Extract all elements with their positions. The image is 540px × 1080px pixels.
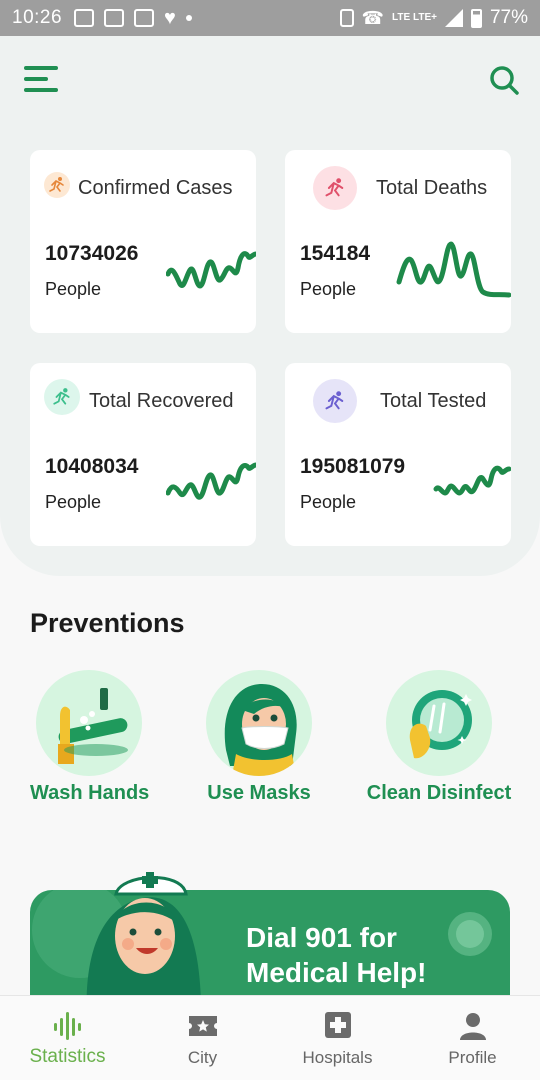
stat-unit: People: [45, 279, 102, 299]
statistics-icon: [53, 1012, 81, 1040]
notification-icons: ♥: [74, 7, 192, 29]
sparkline-deaths: [396, 241, 511, 298]
network-type: LTE LTE+: [392, 12, 437, 23]
nav-label: City: [187, 1048, 218, 1067]
app-notification-icon: [74, 9, 95, 27]
call-icon: ☎: [361, 7, 385, 28]
stat-card-tested[interactable]: Total Tested 195081079 People: [285, 363, 511, 546]
stat-title: Total Recovered: [89, 390, 234, 412]
prevention-wash-hands[interactable]: Wash Hands: [30, 670, 150, 805]
stat-unit: People: [45, 492, 102, 512]
status-bar: 10:26 ♥ ☎ LTE LTE+ 77%: [0, 0, 540, 36]
sparkline-confirmed: [166, 251, 256, 289]
running-person-icon: [313, 379, 357, 423]
prevention-label: Clean Disinfect: [366, 782, 512, 804]
stat-value: 10734026: [45, 242, 139, 265]
clean-disinfect-illustration: [386, 670, 492, 776]
stat-unit: People: [300, 492, 357, 512]
message-icon: [134, 9, 155, 27]
banner-line-1: Dial 901 for: [246, 922, 397, 953]
search-icon[interactable]: [488, 64, 520, 96]
profile-person-icon: [459, 1013, 486, 1040]
heart-icon: ♥: [164, 7, 176, 29]
nav-hospitals[interactable]: Hospitals: [270, 996, 405, 1080]
prevention-label: Wash Hands: [30, 782, 150, 804]
sparkline-tested: [433, 465, 511, 496]
stat-value: 10408034: [45, 455, 139, 478]
stat-card-confirmed[interactable]: Confirmed Cases 10734026 People: [30, 150, 256, 333]
stat-unit: People: [300, 279, 357, 299]
stat-card-recovered[interactable]: Total Recovered 10408034 People: [30, 363, 256, 546]
battery-icon: [470, 8, 482, 28]
more-notifications-dot-icon: [185, 15, 192, 21]
wash-hands-illustration: [36, 670, 142, 776]
stat-value: 195081079: [300, 455, 406, 478]
nav-city[interactable]: City: [135, 996, 270, 1080]
hamburger-menu-icon[interactable]: [24, 64, 60, 94]
signal-icon: [444, 9, 463, 27]
nav-profile[interactable]: Profile: [405, 996, 540, 1080]
nav-statistics[interactable]: Statistics: [0, 996, 135, 1080]
bottom-navigation: Statistics City Hospitals Profile: [0, 995, 540, 1080]
running-person-icon: [313, 166, 357, 210]
hospital-cross-icon: [324, 1012, 351, 1038]
vibrate-icon: [339, 9, 354, 27]
running-person-icon: [44, 379, 80, 415]
stat-title: Confirmed Cases: [78, 177, 233, 199]
banner-text: Dial 901 for Medical Help!: [246, 920, 426, 990]
prevention-clean-disinfect[interactable]: Clean Disinfect: [366, 670, 512, 805]
face-mask-illustration: [206, 670, 312, 776]
status-time: 10:26: [12, 7, 63, 28]
stat-title: Total Tested: [380, 390, 487, 412]
running-person-icon: [44, 172, 70, 198]
banner-line-2: Medical Help!: [246, 957, 427, 988]
battery-percent: 77%: [489, 7, 528, 28]
stat-title: Total Deaths: [376, 177, 488, 199]
city-ticket-icon: [188, 1016, 217, 1036]
nurse-cap-icon: [114, 872, 188, 896]
nav-label: Statistics: [29, 1046, 106, 1067]
preventions-title: Preventions: [30, 608, 185, 638]
sparkline-recovered: [166, 462, 256, 500]
prevention-label: Use Masks: [207, 782, 311, 804]
video-camera-icon: [104, 9, 125, 27]
nav-label: Hospitals: [302, 1048, 373, 1067]
prevention-use-masks[interactable]: Use Masks: [200, 670, 318, 805]
nav-label: Profile: [448, 1048, 497, 1067]
stat-card-deaths[interactable]: Total Deaths 154184 People: [285, 150, 511, 333]
stat-value: 154184: [300, 242, 371, 265]
